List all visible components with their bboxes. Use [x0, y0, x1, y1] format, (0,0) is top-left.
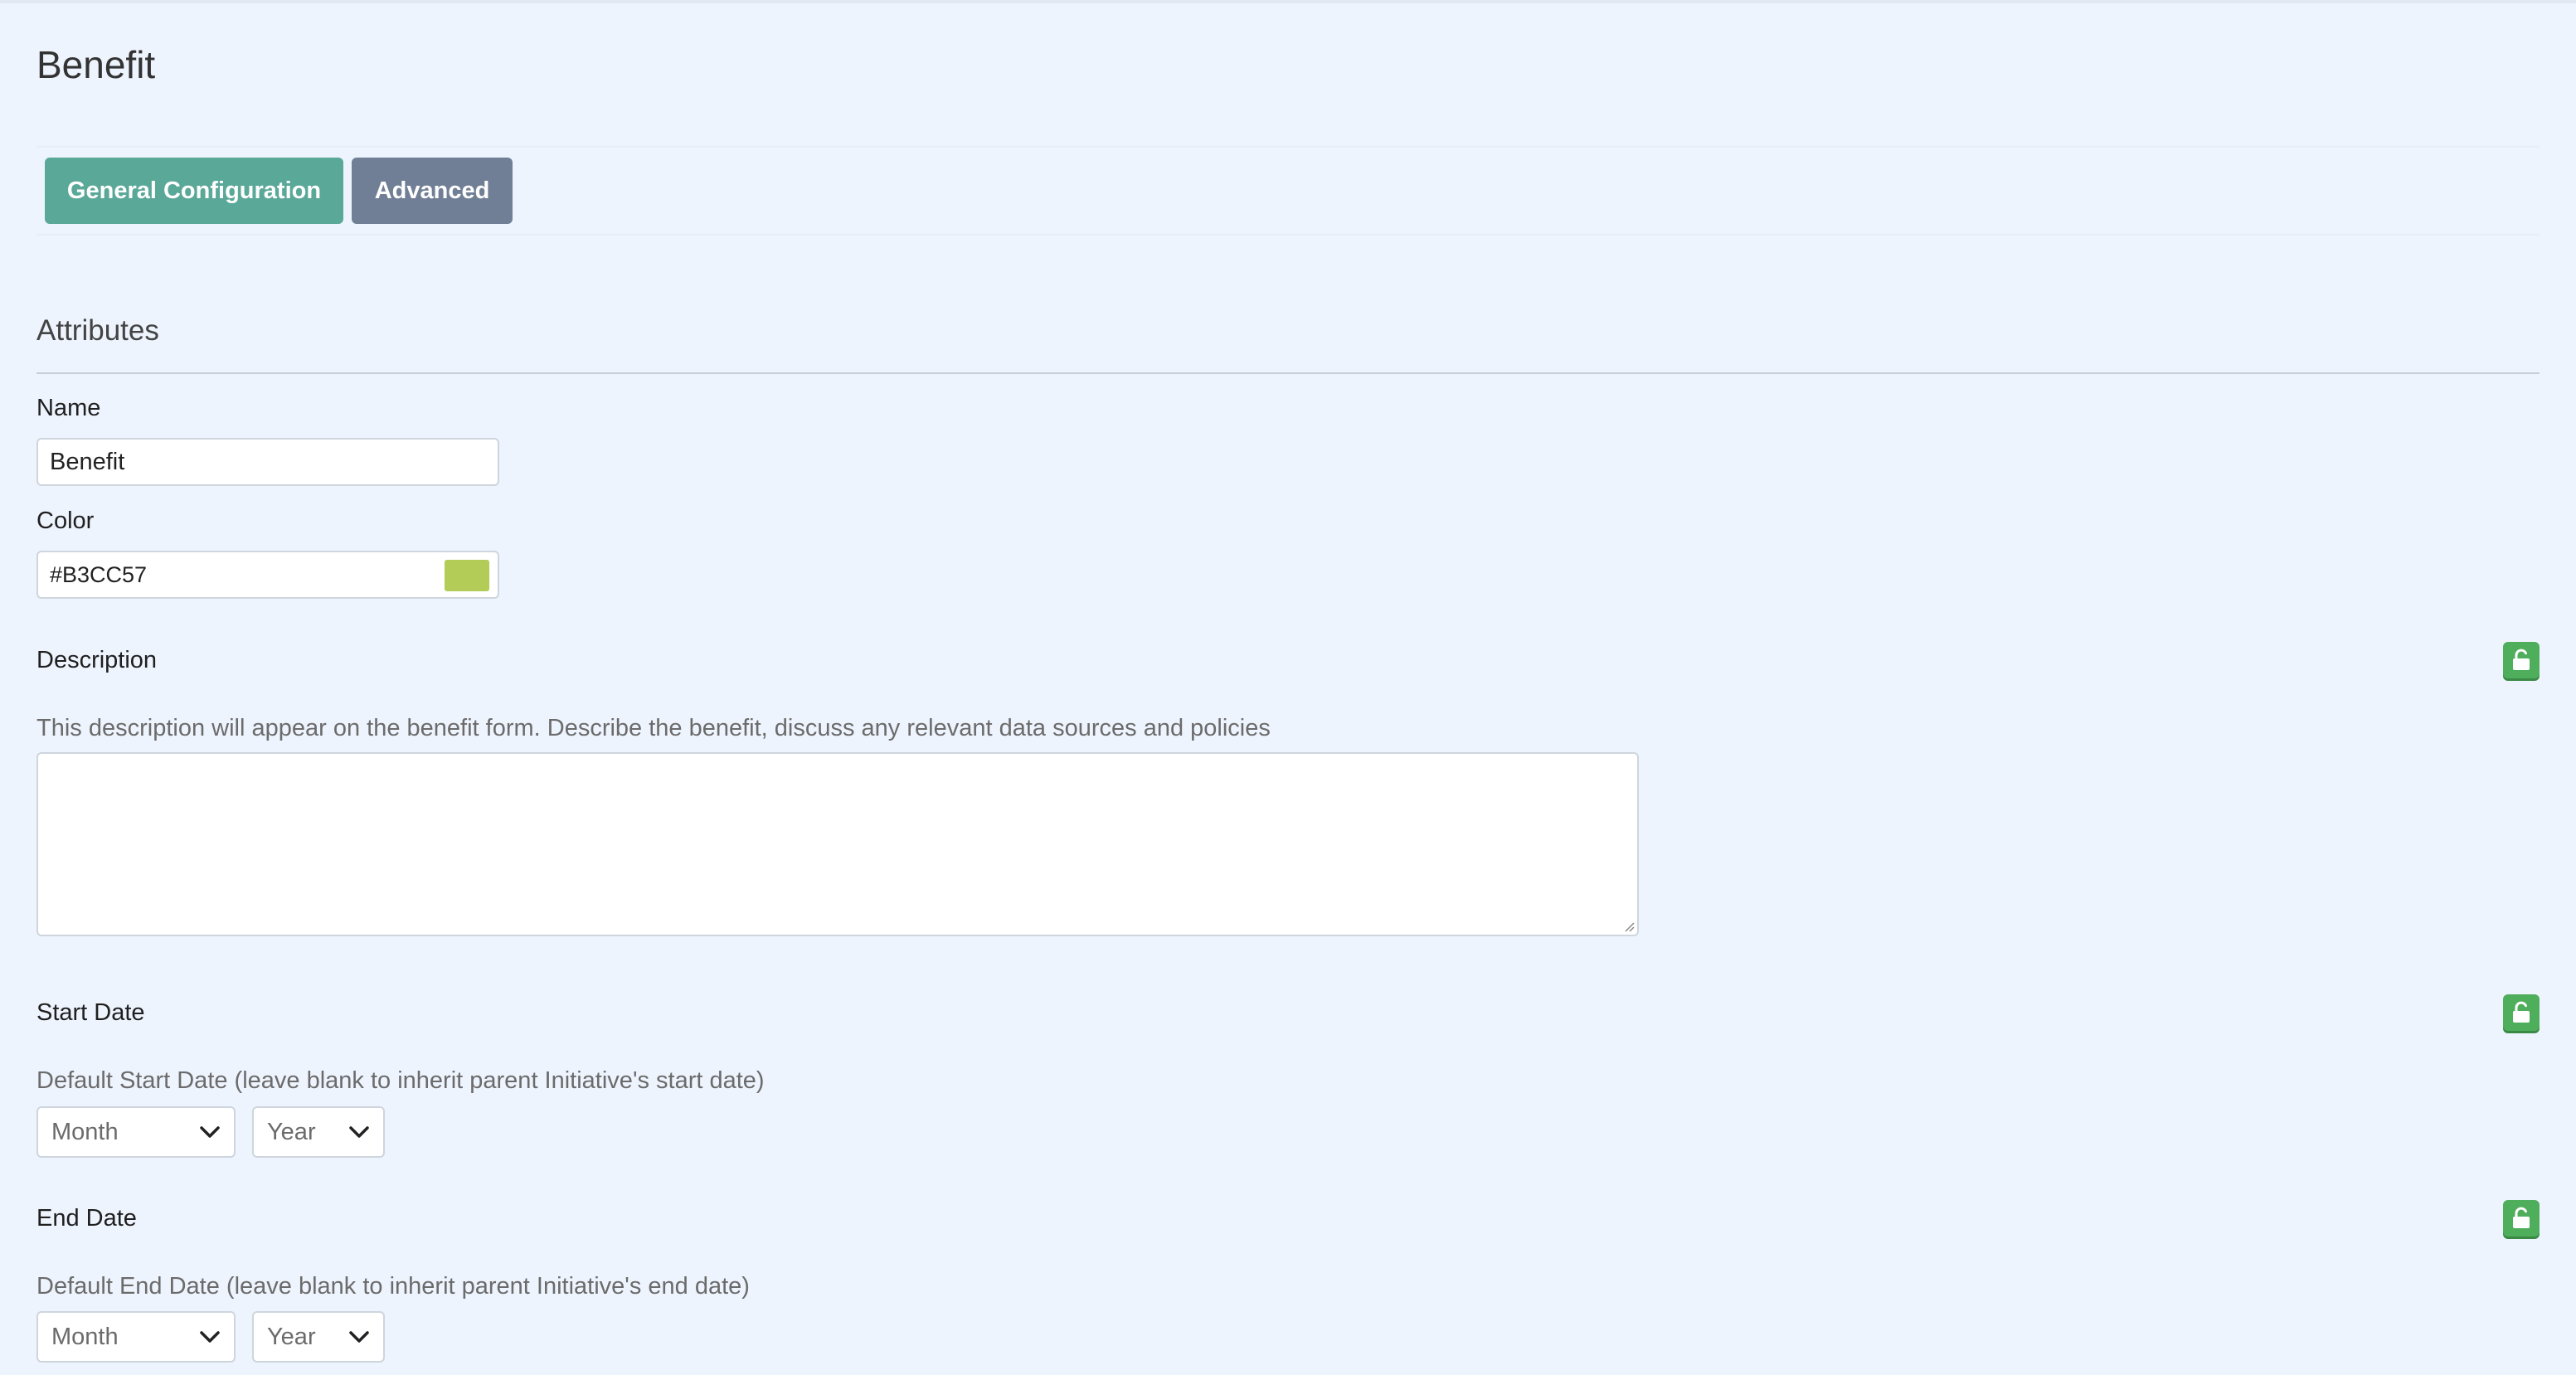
- description-unlock-icon[interactable]: [2503, 642, 2540, 678]
- description-textarea[interactable]: [36, 752, 1639, 936]
- color-label: Color: [36, 508, 95, 534]
- end-year-select[interactable]: Year: [252, 1311, 385, 1363]
- color-swatch[interactable]: [445, 560, 489, 591]
- page-title: Benefit: [36, 43, 156, 86]
- unlock-icon: [2513, 1001, 2530, 1023]
- start-date-unlock-icon[interactable]: [2503, 994, 2540, 1031]
- resize-grip-icon[interactable]: [1623, 921, 1635, 932]
- unlock-icon: [2513, 1207, 2530, 1228]
- section-divider: [36, 372, 2540, 374]
- start-month-placeholder: Month: [51, 1118, 119, 1145]
- start-date-label: Start Date: [36, 999, 145, 1026]
- chevron-down-icon: [349, 1331, 369, 1343]
- color-input[interactable]: #B3CC57: [36, 551, 499, 599]
- description-help: This description will appear on the bene…: [36, 715, 1271, 741]
- start-year-select[interactable]: Year: [252, 1106, 385, 1158]
- start-year-placeholder: Year: [267, 1118, 316, 1145]
- unlock-icon: [2513, 649, 2530, 670]
- section-title-attributes: Attributes: [36, 314, 159, 347]
- name-input-value: Benefit: [50, 448, 125, 475]
- start-date-help: Default Start Date (leave blank to inher…: [36, 1067, 765, 1094]
- tab-advanced[interactable]: Advanced: [352, 158, 513, 224]
- end-month-select[interactable]: Month: [36, 1311, 236, 1363]
- end-date-unlock-icon[interactable]: [2503, 1200, 2540, 1237]
- tab-general-configuration[interactable]: General Configuration: [45, 158, 343, 224]
- tab-bar: General Configuration Advanced: [36, 146, 2540, 236]
- chevron-down-icon: [200, 1331, 220, 1343]
- end-month-placeholder: Month: [51, 1323, 119, 1350]
- name-label: Name: [36, 395, 101, 421]
- name-input[interactable]: Benefit: [36, 438, 499, 486]
- color-input-value: #B3CC57: [50, 561, 148, 587]
- chevron-down-icon: [349, 1126, 369, 1138]
- end-year-placeholder: Year: [267, 1323, 316, 1350]
- description-label: Description: [36, 647, 158, 673]
- end-date-label: End Date: [36, 1205, 137, 1232]
- start-month-select[interactable]: Month: [36, 1106, 236, 1158]
- top-border: [0, 0, 2576, 3]
- chevron-down-icon: [200, 1126, 220, 1138]
- end-date-help: Default End Date (leave blank to inherit…: [36, 1273, 750, 1300]
